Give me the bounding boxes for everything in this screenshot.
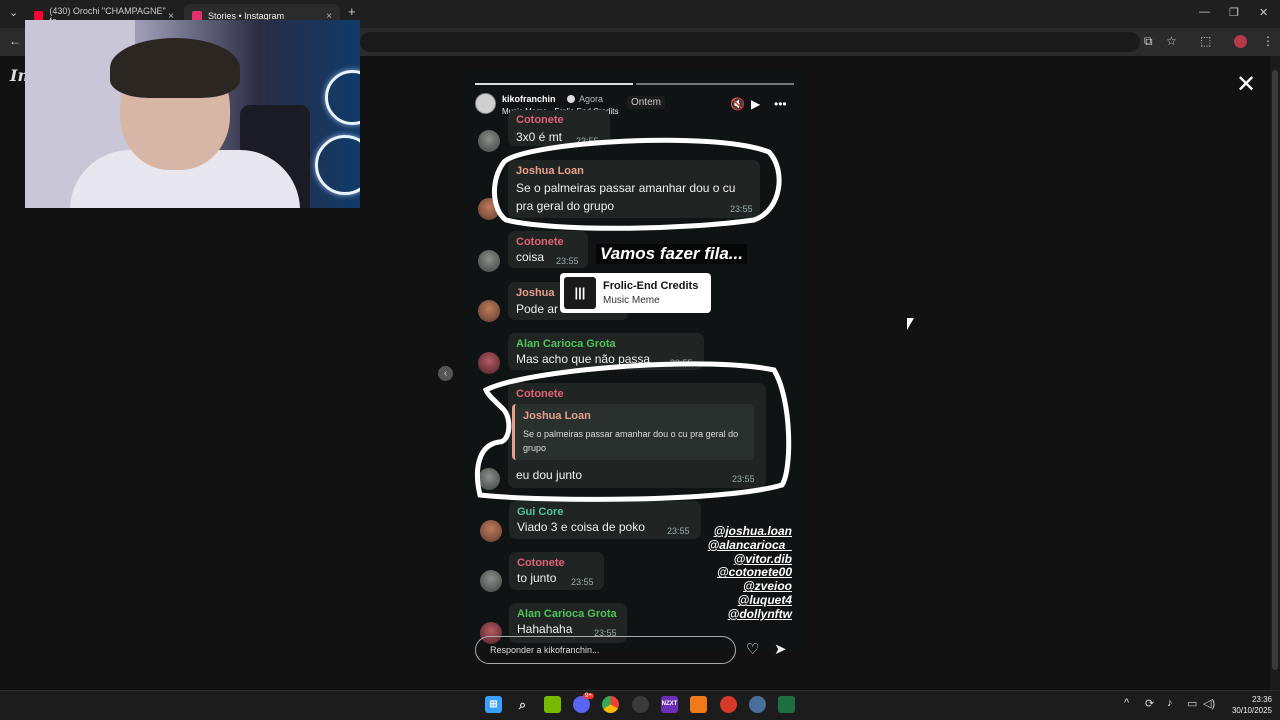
- mentions-list: @joshua.loan @alancarioca_ @vitor.dib @c…: [708, 524, 792, 622]
- cast-icon[interactable]: ⧉: [1144, 34, 1153, 49]
- drawn-circle: [475, 361, 792, 502]
- nvidia-icon[interactable]: [544, 696, 561, 713]
- scrollbar-thumb[interactable]: [1272, 70, 1278, 670]
- music-artist: Music Meme: [603, 295, 660, 306]
- back-button[interactable]: ←: [9, 34, 21, 48]
- avast-icon[interactable]: [690, 696, 707, 713]
- previous-story-icon[interactable]: ‹: [438, 366, 453, 381]
- mention-link[interactable]: @zveioo: [708, 579, 792, 594]
- maximize-button[interactable]: ❐: [1229, 6, 1239, 19]
- mention-link[interactable]: @alancarioca_: [708, 538, 792, 553]
- heart-icon[interactable]: ♡: [746, 640, 759, 658]
- tray-overflow-icon[interactable]: ^: [1124, 697, 1129, 709]
- webcam-person-hair: [110, 38, 240, 98]
- minimize-button[interactable]: —: [1199, 6, 1210, 18]
- taskbar-clock[interactable]: 23:36 30/10/2025: [1222, 694, 1272, 716]
- webcam-overlay: [25, 20, 360, 208]
- webcam-neon-ring: [325, 70, 360, 125]
- mention-link[interactable]: @joshua.loan: [708, 524, 792, 539]
- settings-icon[interactable]: [749, 696, 766, 713]
- volume-icon[interactable]: ◁): [1203, 697, 1215, 710]
- music-sticker[interactable]: ||| Frolic-End Credits Music Meme: [560, 273, 711, 313]
- network-icon[interactable]: ▭: [1187, 697, 1197, 710]
- send-icon[interactable]: ➤: [774, 640, 787, 658]
- search-icon[interactable]: ⌕: [514, 696, 531, 713]
- sync-icon[interactable]: ⟳: [1145, 697, 1154, 710]
- excel-icon[interactable]: [778, 696, 795, 713]
- star-icon[interactable]: ☆: [1166, 34, 1177, 48]
- new-tab-button[interactable]: +: [348, 4, 356, 19]
- page-scrollbar[interactable]: [1270, 56, 1280, 690]
- nzxt-icon[interactable]: NZXT: [661, 696, 678, 713]
- chrome-icon[interactable]: [602, 696, 619, 713]
- profile-icon[interactable]: [1234, 35, 1247, 48]
- tab-search-icon[interactable]: ⌄: [9, 6, 18, 19]
- clock-date: 30/10/2025: [1231, 706, 1272, 715]
- mention-link[interactable]: @dollynftw: [708, 607, 792, 622]
- close-story-icon[interactable]: ✕: [1236, 70, 1256, 99]
- microphone-icon[interactable]: ♪: [1167, 697, 1173, 709]
- music-title: Frolic-End Credits: [603, 280, 699, 292]
- story-text-sticker: Vamos fazer fila...: [596, 244, 747, 264]
- mention-link[interactable]: @luquet4: [708, 593, 792, 608]
- music-bars-icon: |||: [564, 277, 596, 309]
- mention-link[interactable]: @vitor.dib: [708, 552, 792, 567]
- windows-icon[interactable]: ⊞: [485, 696, 502, 713]
- address-bar[interactable]: [360, 32, 1140, 52]
- close-window-button[interactable]: ✕: [1259, 6, 1268, 19]
- drawn-circle: [491, 137, 782, 231]
- extensions-icon[interactable]: ⬚: [1200, 34, 1211, 48]
- mouse-cursor: [907, 318, 914, 330]
- webcam-neon-ring: [315, 135, 360, 195]
- browser-menu-button[interactable]: ⋮: [1262, 34, 1274, 48]
- story-viewer: kikofranchin Agora Music Meme · Frolic-E…: [464, 70, 804, 650]
- discord-badge: 9+: [583, 693, 594, 699]
- mention-link[interactable]: @cotonete00: [708, 566, 792, 580]
- reply-input[interactable]: Responder a kikofranchin...: [475, 636, 736, 664]
- obs-icon[interactable]: [632, 696, 649, 713]
- app-icon[interactable]: [720, 696, 737, 713]
- clock-time: 23:36: [1251, 695, 1272, 704]
